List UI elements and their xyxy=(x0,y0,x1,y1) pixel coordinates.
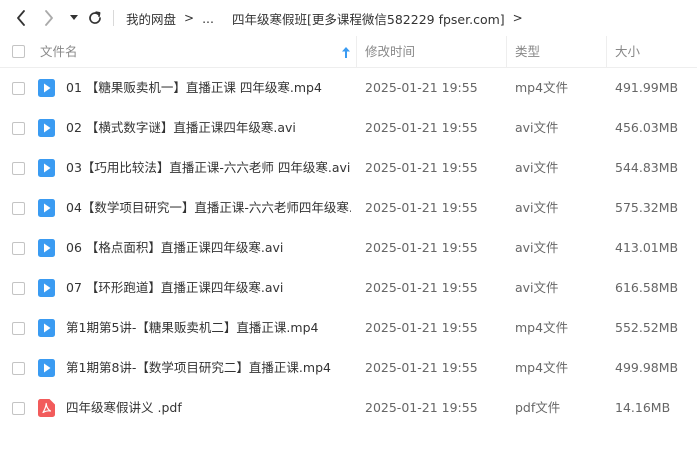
file-row[interactable]: 06 【格点面积】直播正课四年级寒.avi 2025-01-21 19:55 a… xyxy=(0,228,697,268)
row-checkbox[interactable] xyxy=(12,162,25,175)
file-size: 491.99MB xyxy=(615,80,679,95)
file-row[interactable]: 03【巧用比较法】直播正课-六六老师 四年级寒.avi 2025-01-21 1… xyxy=(0,148,697,188)
navigation-bar: 我的网盘 > ... 四年级寒假班[更多课程微信582229 fpser.com… xyxy=(0,0,697,36)
chevron-right-icon xyxy=(45,10,53,26)
file-type: avi文件 xyxy=(515,160,559,175)
row-checkbox[interactable] xyxy=(12,82,25,95)
video-file-icon xyxy=(38,319,55,337)
file-type: pdf文件 xyxy=(515,400,561,415)
file-row[interactable]: 四年级寒假讲义 .pdf 2025-01-21 19:55 pdf文件 14.1… xyxy=(0,388,697,428)
file-name[interactable]: 02 【横式数字谜】直播正课四年级寒.avi xyxy=(66,108,351,148)
file-type: mp4文件 xyxy=(515,80,569,95)
column-divider[interactable] xyxy=(606,36,607,67)
file-modified-time: 2025-01-21 19:55 xyxy=(365,80,478,95)
nav-divider xyxy=(113,10,114,26)
breadcrumb-current-folder[interactable]: 四年级寒假班[更多课程微信582229 fpser.com] xyxy=(232,9,505,28)
column-header-modified[interactable]: 修改时间 xyxy=(365,36,415,67)
column-header-size[interactable]: 大小 xyxy=(615,36,640,67)
file-type: avi文件 xyxy=(515,240,559,255)
file-modified-time: 2025-01-21 19:55 xyxy=(365,360,478,375)
video-file-icon xyxy=(38,159,55,177)
file-modified-time: 2025-01-21 19:55 xyxy=(365,200,478,215)
file-row[interactable]: 第1期第5讲-【糖果贩卖机二】直播正课.mp4 2025-01-21 19:55… xyxy=(0,308,697,348)
file-type: avi文件 xyxy=(515,200,559,215)
file-row[interactable]: 04【数学项目研究一】直播正课-六六老师四年级寒... 2025-01-21 1… xyxy=(0,188,697,228)
file-size: 456.03MB xyxy=(615,120,679,135)
file-name[interactable]: 四年级寒假讲义 .pdf xyxy=(66,388,351,428)
column-header-type[interactable]: 类型 xyxy=(515,36,540,67)
file-type: mp4文件 xyxy=(515,360,569,375)
row-checkbox[interactable] xyxy=(12,402,25,415)
file-modified-time: 2025-01-21 19:55 xyxy=(365,400,478,415)
back-button[interactable] xyxy=(12,8,30,28)
row-checkbox[interactable] xyxy=(12,122,25,135)
refresh-icon xyxy=(89,11,101,24)
breadcrumb-separator-icon: > xyxy=(512,11,523,25)
video-file-icon xyxy=(38,239,55,257)
breadcrumb-root[interactable]: 我的网盘 xyxy=(126,9,176,28)
file-type: avi文件 xyxy=(515,280,559,295)
breadcrumb-ellipsis[interactable]: ... xyxy=(202,11,214,26)
row-checkbox[interactable] xyxy=(12,362,25,375)
file-size: 499.98MB xyxy=(615,360,679,375)
row-checkbox[interactable] xyxy=(12,282,25,295)
file-type: avi文件 xyxy=(515,120,559,135)
breadcrumb-separator-icon: > xyxy=(184,11,195,25)
file-size: 552.52MB xyxy=(615,320,679,335)
file-type: mp4文件 xyxy=(515,320,569,335)
chevron-left-icon xyxy=(17,10,25,26)
file-row[interactable]: 02 【横式数字谜】直播正课四年级寒.avi 2025-01-21 19:55 … xyxy=(0,108,697,148)
file-name[interactable]: 07 【环形跑道】直播正课四年级寒.avi xyxy=(66,268,351,308)
file-modified-time: 2025-01-21 19:55 xyxy=(365,280,478,295)
row-checkbox[interactable] xyxy=(12,242,25,255)
caret-down-icon xyxy=(70,15,78,20)
video-file-icon xyxy=(38,359,55,377)
breadcrumb: 我的网盘 > ... 四年级寒假班[更多课程微信582229 fpser.com… xyxy=(126,9,531,27)
file-size: 616.58MB xyxy=(615,280,679,295)
video-file-icon xyxy=(38,199,55,217)
sort-ascending-icon[interactable] xyxy=(342,46,350,61)
file-size: 14.16MB xyxy=(615,400,671,415)
refresh-button[interactable] xyxy=(86,8,104,28)
video-file-icon xyxy=(38,279,55,297)
file-modified-time: 2025-01-21 19:55 xyxy=(365,320,478,335)
select-all-checkbox[interactable] xyxy=(12,45,25,58)
file-row[interactable]: 第1期第8讲-【数学项目研究二】直播正课.mp4 2025-01-21 19:5… xyxy=(0,348,697,388)
file-name[interactable]: 06 【格点面积】直播正课四年级寒.avi xyxy=(66,228,351,268)
history-dropdown-button[interactable] xyxy=(68,8,80,28)
file-row[interactable]: 01 【糖果贩卖机一】直播正课 四年级寒.mp4 2025-01-21 19:5… xyxy=(0,68,697,108)
column-divider[interactable] xyxy=(506,36,507,67)
file-name[interactable]: 03【巧用比较法】直播正课-六六老师 四年级寒.avi xyxy=(66,148,351,188)
file-size: 544.83MB xyxy=(615,160,679,175)
file-row[interactable]: 07 【环形跑道】直播正课四年级寒.avi 2025-01-21 19:55 a… xyxy=(0,268,697,308)
pdf-file-icon xyxy=(38,399,55,417)
file-name[interactable]: 第1期第8讲-【数学项目研究二】直播正课.mp4 xyxy=(66,348,351,388)
column-header-name[interactable]: 文件名 xyxy=(40,36,78,67)
file-modified-time: 2025-01-21 19:55 xyxy=(365,160,478,175)
row-checkbox[interactable] xyxy=(12,202,25,215)
video-file-icon xyxy=(38,79,55,97)
forward-button[interactable] xyxy=(40,8,58,28)
file-size: 575.32MB xyxy=(615,200,679,215)
file-list-header: 文件名 修改时间 类型 大小 xyxy=(0,36,697,68)
file-modified-time: 2025-01-21 19:55 xyxy=(365,120,478,135)
video-file-icon xyxy=(38,119,55,137)
file-modified-time: 2025-01-21 19:55 xyxy=(365,240,478,255)
file-name[interactable]: 第1期第5讲-【糖果贩卖机二】直播正课.mp4 xyxy=(66,308,351,348)
file-name[interactable]: 01 【糖果贩卖机一】直播正课 四年级寒.mp4 xyxy=(66,68,351,108)
file-name[interactable]: 04【数学项目研究一】直播正课-六六老师四年级寒... xyxy=(66,188,351,228)
row-checkbox[interactable] xyxy=(12,322,25,335)
file-size: 413.01MB xyxy=(615,240,679,255)
column-divider[interactable] xyxy=(356,36,357,67)
